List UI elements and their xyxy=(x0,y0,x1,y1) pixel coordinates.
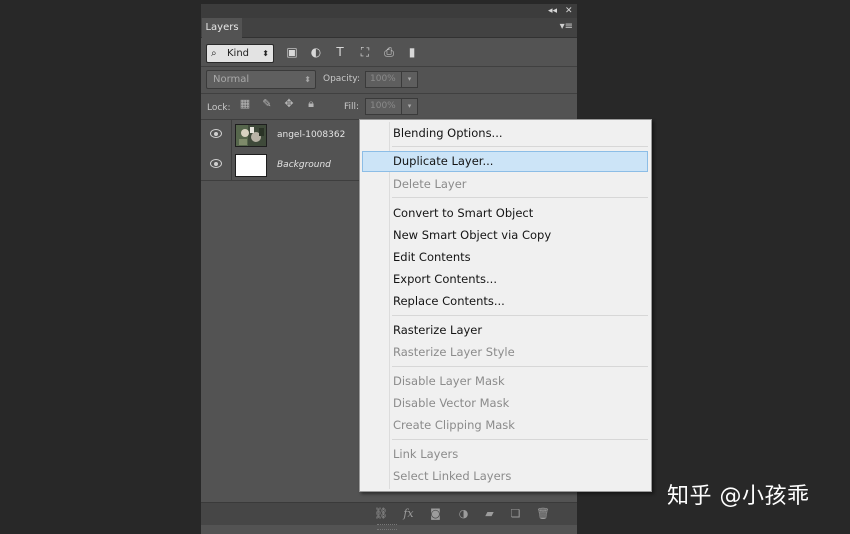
blend-mode-select[interactable]: Normal ⬍ xyxy=(206,70,316,89)
lock-all-icon[interactable]: 🔒︎ xyxy=(305,98,317,110)
opacity-input[interactable]: 100% xyxy=(365,71,402,88)
panel-tab-row: Layers ▾≡ xyxy=(201,18,577,38)
chevron-updown-icon: ⬍ xyxy=(304,75,311,84)
menu-item-duplicate-layer[interactable]: Duplicate Layer... xyxy=(362,151,648,172)
panel-title-strip: ◂◂ ✕ xyxy=(201,4,577,18)
layer-thumbnail xyxy=(235,154,267,177)
lock-label: Lock: xyxy=(207,103,231,113)
layer-name[interactable]: angel-1008362 xyxy=(277,129,345,141)
shape-filter-icon[interactable]: ⛶ xyxy=(358,45,372,59)
smart-object-filter-icon[interactable]: ⎙ xyxy=(382,45,396,59)
fill-dropdown-icon[interactable]: ▾ xyxy=(401,98,418,115)
opacity-dropdown-icon[interactable]: ▾ xyxy=(401,71,418,88)
fill-label: Fill: xyxy=(344,102,360,112)
close-panel-icon[interactable]: ✕ xyxy=(565,5,573,17)
layer-context-menu: Blending Options... Duplicate Layer... D… xyxy=(359,119,652,492)
lock-row: Lock: Fill: 100% ▾ xyxy=(201,94,577,120)
menu-separator xyxy=(392,146,648,147)
blend-row: Normal ⬍ Opacity: 100% ▾ xyxy=(201,67,577,94)
lock-position-icon[interactable]: ✥ xyxy=(283,98,295,110)
pixel-filter-icon[interactable]: ▣ xyxy=(285,45,299,59)
layer-style-fx-icon[interactable]: fx xyxy=(402,508,415,520)
collapse-panel-icon[interactable]: ◂◂ xyxy=(548,5,557,17)
photo-thumbnail-icon xyxy=(236,125,266,146)
eye-icon xyxy=(210,159,222,168)
menu-icon-gutter xyxy=(389,122,390,489)
visibility-toggle[interactable] xyxy=(201,120,232,150)
link-layers-icon[interactable]: ⛓ xyxy=(374,508,388,520)
new-layer-icon[interactable]: ❏ xyxy=(509,508,522,520)
lock-transparent-pixels-icon[interactable]: ▦ xyxy=(239,98,251,110)
blend-mode-value: Normal xyxy=(213,74,250,85)
eye-icon xyxy=(210,129,222,138)
filter-kind-select[interactable]: ⌕ Kind ⬍ xyxy=(206,44,274,63)
resize-grip[interactable] xyxy=(377,524,397,530)
type-filter-icon[interactable]: T xyxy=(333,45,347,59)
delete-layer-icon[interactable]: 🗑︎ xyxy=(536,508,550,520)
menu-separator xyxy=(392,197,648,198)
filter-row: ⌕ Kind ⬍ ▣ ◐ T ⛶ ⎙ ▮ xyxy=(201,38,577,67)
fill-input[interactable]: 100% xyxy=(365,98,402,115)
new-adjustment-layer-icon[interactable]: ◑ xyxy=(457,508,470,520)
filter-toggle-icon[interactable]: ▮ xyxy=(405,45,419,59)
adjustment-filter-icon[interactable]: ◐ xyxy=(309,45,323,59)
visibility-toggle[interactable] xyxy=(201,150,232,180)
menu-separator xyxy=(392,439,648,440)
layer-name[interactable]: Background xyxy=(277,159,331,171)
opacity-label: Opacity: xyxy=(323,74,360,84)
menu-separator xyxy=(392,315,648,316)
search-icon: ⌕ xyxy=(211,48,217,59)
add-mask-icon[interactable]: ◙ xyxy=(429,508,442,520)
lock-image-pixels-icon[interactable]: ✎ xyxy=(261,98,273,110)
chevron-updown-icon: ⬍ xyxy=(262,49,269,58)
layers-bottom-bar: ⛓ fx ◙ ◑ ▰ ❏ 🗑︎ xyxy=(201,502,577,525)
new-group-folder-icon[interactable]: ▰ xyxy=(483,508,496,520)
tab-layers[interactable]: Layers xyxy=(202,18,242,38)
filter-kind-label: Kind xyxy=(227,48,250,59)
layer-thumbnail xyxy=(235,124,267,147)
menu-separator xyxy=(392,366,648,367)
panel-menu-icon[interactable]: ▾≡ xyxy=(560,21,573,33)
watermark: 知乎 @小孩乖 xyxy=(667,484,810,509)
